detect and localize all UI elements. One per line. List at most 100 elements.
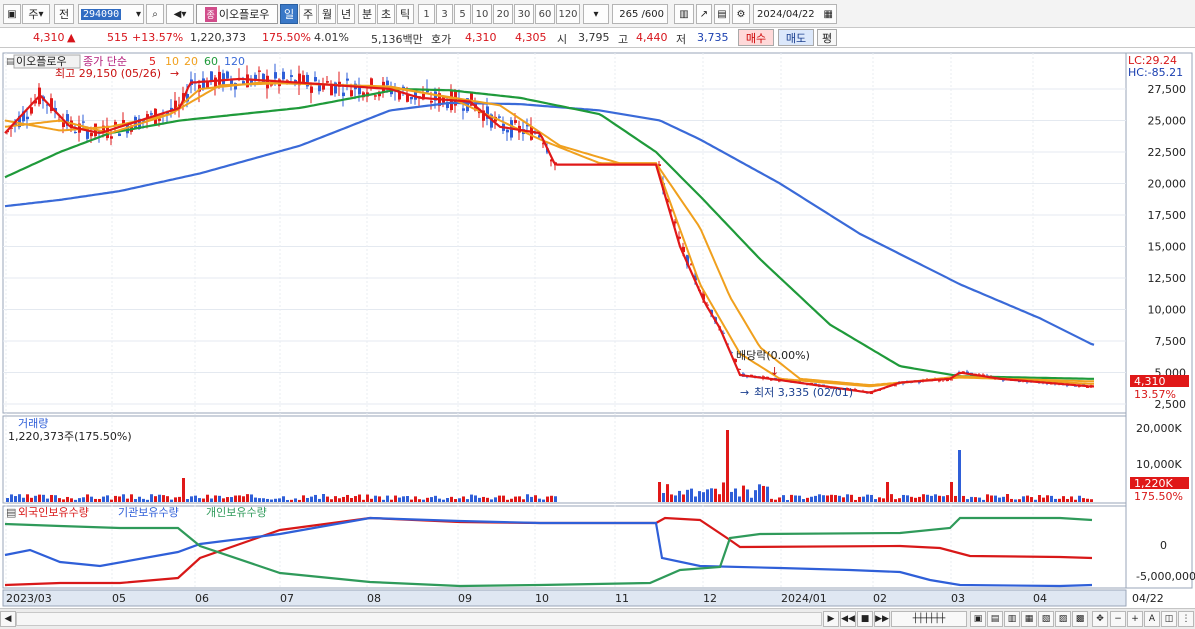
layout-5-icon[interactable]: ▧ [1038, 611, 1054, 627]
interval-5-label: 5 [459, 8, 466, 20]
layout-4-icon[interactable]: ▦ [1021, 611, 1037, 627]
prefix-box[interactable]: 전 [54, 4, 74, 24]
candle-down [318, 84, 321, 92]
search-icon[interactable]: ⌕ [146, 4, 164, 24]
chart-area[interactable]: ▤ 이오플로우 종가 단순 5 10 20 60 120 최고 29,150 (… [0, 50, 1195, 608]
price-tick-label: 27,500 [1148, 83, 1187, 96]
period-minute[interactable]: 분 [358, 4, 376, 24]
period-month[interactable]: 월 [318, 4, 336, 24]
sell-button[interactable]: 매도 [778, 29, 814, 46]
low-label: 저 [676, 33, 687, 46]
chart-menu-icon[interactable]: ▣ [3, 4, 21, 24]
volume-bar [1054, 498, 1057, 502]
interval-60[interactable]: 60 [535, 4, 555, 24]
calendar-icon[interactable]: ▦ [824, 9, 833, 20]
interval-3[interactable]: 3 [436, 4, 453, 24]
date-value: 2024/04/22 [757, 8, 815, 20]
volume-bar [530, 496, 533, 502]
period-second[interactable]: 초 [377, 4, 395, 24]
stock-code-input[interactable]: 294090 ▾ [78, 4, 144, 24]
save-icon[interactable]: ▤ [714, 4, 730, 24]
current-price: 4,310 [33, 31, 65, 44]
play-forward-icon[interactable]: ▶▶ [874, 611, 890, 627]
volume-bar [922, 494, 925, 502]
layout-3-icon[interactable]: ▥ [1004, 611, 1020, 627]
candle-down [202, 78, 205, 90]
volume-bar [410, 499, 413, 502]
zoom-out-icon[interactable]: − [1110, 611, 1126, 627]
layout-2-icon[interactable]: ▤ [987, 611, 1003, 627]
more-icon[interactable]: ⋮ [1178, 611, 1194, 627]
volume-bar [834, 495, 837, 502]
volume-bar [490, 499, 493, 502]
ask-price: 4,310 [465, 31, 497, 44]
indicator-icon[interactable]: ▥ [674, 4, 694, 24]
volume-bar [402, 496, 405, 502]
period-day[interactable]: 일 [280, 4, 298, 24]
zoom-in-icon[interactable]: + [1127, 611, 1143, 627]
volume-bar [414, 496, 417, 502]
volume-bar [846, 494, 849, 502]
volume-bar [902, 494, 905, 502]
volume-bar [830, 494, 833, 502]
scroll-left-icon[interactable]: ◀ [0, 611, 16, 627]
data-count-input[interactable]: 265 /600 [612, 4, 668, 24]
volume-bar [822, 495, 825, 502]
volume-bar [666, 484, 669, 502]
period-left-dropdown[interactable]: 주 ▾ [22, 4, 50, 24]
date-input[interactable]: 2024/04/22 ▦ [753, 4, 837, 24]
holding-menu-icon[interactable]: ▤ [6, 506, 16, 519]
candle-up [350, 90, 353, 97]
period-tick[interactable]: 틱 [396, 4, 414, 24]
layout-1-icon[interactable]: ▣ [970, 611, 986, 627]
sound-icon[interactable]: ◀▾ [166, 4, 194, 24]
stock-name-box[interactable]: 종 이오플로우 [196, 4, 278, 24]
volume-bar [866, 494, 869, 502]
volume-bar [398, 497, 401, 502]
interval-120[interactable]: 120 [556, 4, 580, 24]
horizontal-scrollbar[interactable] [16, 612, 822, 626]
volume-bar [774, 499, 777, 502]
interval-1[interactable]: 1 [418, 4, 435, 24]
volume-bar [1010, 498, 1013, 502]
legend-individual: 개인보유수량 [206, 506, 267, 519]
interval-30[interactable]: 30 [514, 4, 534, 24]
period-week[interactable]: 주 [299, 4, 317, 24]
volume-bar [170, 499, 173, 502]
panel-menu-icon[interactable]: ▤ [6, 57, 15, 67]
volume-bar [942, 496, 945, 502]
fit-icon[interactable]: ◫ [1161, 611, 1177, 627]
draw-tool-icon[interactable]: ↗ [696, 4, 712, 24]
volume-bar [374, 495, 377, 502]
up-arrow-icon: ▲ [67, 31, 76, 44]
volume-bar [306, 497, 309, 502]
layout-7-icon[interactable]: ▩ [1072, 611, 1088, 627]
volume-bar [762, 485, 765, 502]
interval-dropdown[interactable]: ▾ [583, 4, 609, 24]
period-year[interactable]: 년 [337, 4, 355, 24]
price-change-pct: +13.57% [132, 31, 184, 44]
stock-code-value: 294090 [81, 8, 122, 20]
candle-up [30, 107, 33, 114]
volume-bar [522, 499, 525, 502]
interval-10[interactable]: 10 [472, 4, 492, 24]
interval-5[interactable]: 5 [454, 4, 471, 24]
volume-bar [1026, 495, 1029, 502]
candle-up [430, 100, 433, 103]
volume-bar [542, 499, 545, 502]
avg-button[interactable]: 평 [817, 29, 837, 46]
candle-up [374, 95, 377, 97]
period-month-label: 월 [321, 8, 333, 21]
gear-icon[interactable]: ⚙ [732, 4, 750, 24]
layout-6-icon[interactable]: ▨ [1055, 611, 1071, 627]
volume-bar [674, 495, 677, 502]
stop-icon[interactable]: ■ [857, 611, 873, 627]
jump-start-icon[interactable]: ◀◀ [840, 611, 856, 627]
zoom-slider[interactable]: ┼┼┼┼┼┼ [891, 611, 967, 627]
interval-20[interactable]: 20 [493, 4, 513, 24]
crosshair-icon[interactable]: ✥ [1092, 611, 1108, 627]
font-size-icon[interactable]: A [1144, 611, 1160, 627]
scroll-right-icon[interactable]: ▶ [823, 611, 839, 627]
stock-chart[interactable]: ▤ 이오플로우 종가 단순 5 10 20 60 120 최고 29,150 (… [0, 50, 1195, 608]
buy-button[interactable]: 매수 [738, 29, 774, 46]
